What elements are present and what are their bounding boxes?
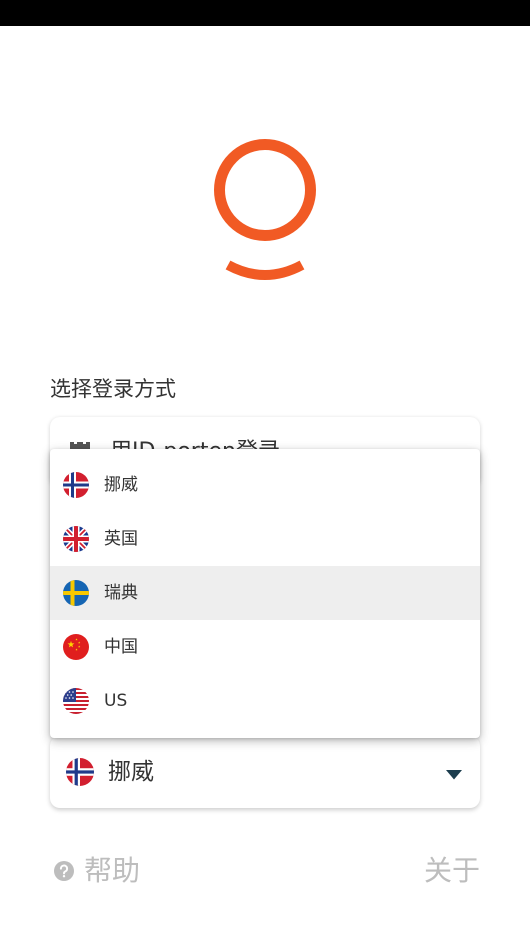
login-method-heading: 选择登录方式 [50,377,176,401]
about-link[interactable]: 关于 [424,852,480,890]
country-option-label: 英国 [104,529,138,549]
country-option-sweden[interactable]: 瑞典 [50,566,480,620]
country-option-label: 中国 [104,637,138,657]
country-select[interactable]: 挪威 [50,736,480,808]
country-option-uk[interactable]: 英国 [50,512,480,566]
uk-flag-icon [63,526,89,552]
country-option-us[interactable]: US [50,674,480,728]
sweden-flag-icon [63,580,89,606]
country-option-norway[interactable]: 挪威 [50,458,480,512]
country-option-label: 瑞典 [104,583,138,603]
caret-down-icon [446,770,462,780]
china-flag-icon [63,634,89,660]
status-bar [0,0,530,26]
app-logo [214,139,316,280]
norway-flag-icon [66,758,94,786]
country-option-china[interactable]: 中国 [50,620,480,674]
country-select-value: 挪威 [108,759,154,785]
country-option-label: US [104,691,128,711]
help-circle-icon [54,861,74,881]
country-option-label: 挪威 [104,475,138,495]
help-label: 帮助 [84,854,141,887]
norway-flag-icon [63,472,89,498]
country-dropdown-menu: 挪威 英国 瑞典 中国 US [50,449,480,738]
us-flag-icon [63,688,89,714]
